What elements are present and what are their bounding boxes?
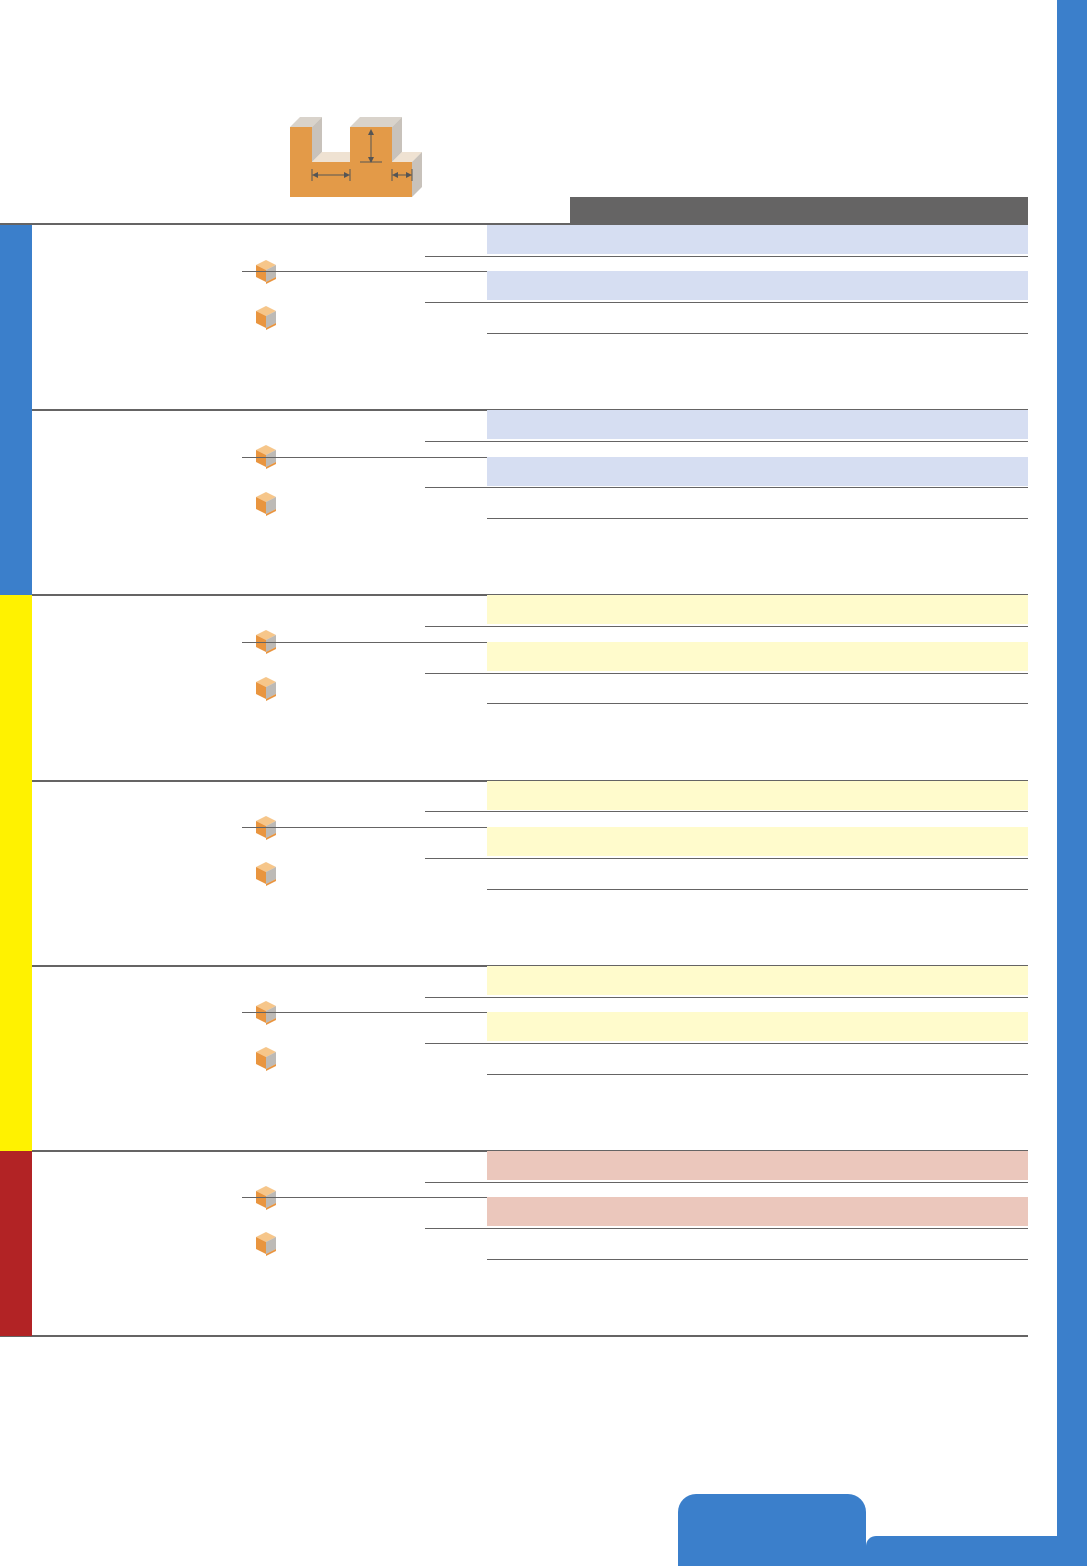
row-divider bbox=[487, 518, 1028, 520]
row-divider bbox=[425, 996, 1028, 998]
material-cube-icon bbox=[254, 490, 278, 518]
row-header-band bbox=[487, 965, 1028, 995]
row-header-band bbox=[487, 410, 1028, 440]
row-divider bbox=[487, 332, 1028, 334]
row-divider bbox=[425, 487, 1028, 489]
row-divider bbox=[425, 672, 1028, 674]
row-header-band bbox=[487, 225, 1028, 254]
row-divider bbox=[425, 1228, 1028, 1230]
row-divider bbox=[425, 626, 1028, 628]
page-edge-bar bbox=[1057, 0, 1087, 1566]
row-header-band bbox=[487, 641, 1028, 671]
material-cube-icon bbox=[254, 860, 278, 888]
material-cube-icon bbox=[254, 304, 278, 332]
page-footer-bar bbox=[866, 1536, 1087, 1566]
material-cube-icon bbox=[254, 1230, 278, 1258]
row-divider bbox=[425, 441, 1028, 442]
row-divider bbox=[425, 857, 1028, 859]
row-divider bbox=[425, 302, 1028, 304]
material-cube-icon bbox=[254, 675, 278, 703]
row-header-band bbox=[487, 1197, 1028, 1227]
row-header-band bbox=[487, 271, 1028, 301]
table-header-bar bbox=[570, 197, 1028, 224]
material-cube-icon bbox=[254, 1045, 278, 1073]
row-header-band bbox=[487, 826, 1028, 856]
section-color-edge bbox=[0, 1151, 32, 1337]
row-header-band bbox=[487, 1151, 1028, 1180]
group-rule bbox=[0, 1335, 1028, 1338]
row-divider bbox=[487, 888, 1028, 890]
section-color-edge bbox=[0, 225, 32, 596]
row-divider bbox=[425, 1181, 1028, 1183]
section-color-edge bbox=[0, 595, 32, 1151]
row-header-band bbox=[487, 1012, 1028, 1042]
row-divider bbox=[425, 255, 1028, 257]
row-divider bbox=[487, 1258, 1028, 1260]
row-divider bbox=[487, 703, 1028, 705]
row-divider bbox=[425, 811, 1028, 813]
page-number-tab bbox=[678, 1494, 866, 1566]
slot-profile-diagram bbox=[290, 117, 422, 197]
row-divider bbox=[425, 1042, 1028, 1044]
row-header-band bbox=[487, 456, 1028, 486]
row-header-band bbox=[487, 595, 1028, 625]
row-divider bbox=[487, 1073, 1028, 1075]
row-header-band bbox=[487, 780, 1028, 810]
